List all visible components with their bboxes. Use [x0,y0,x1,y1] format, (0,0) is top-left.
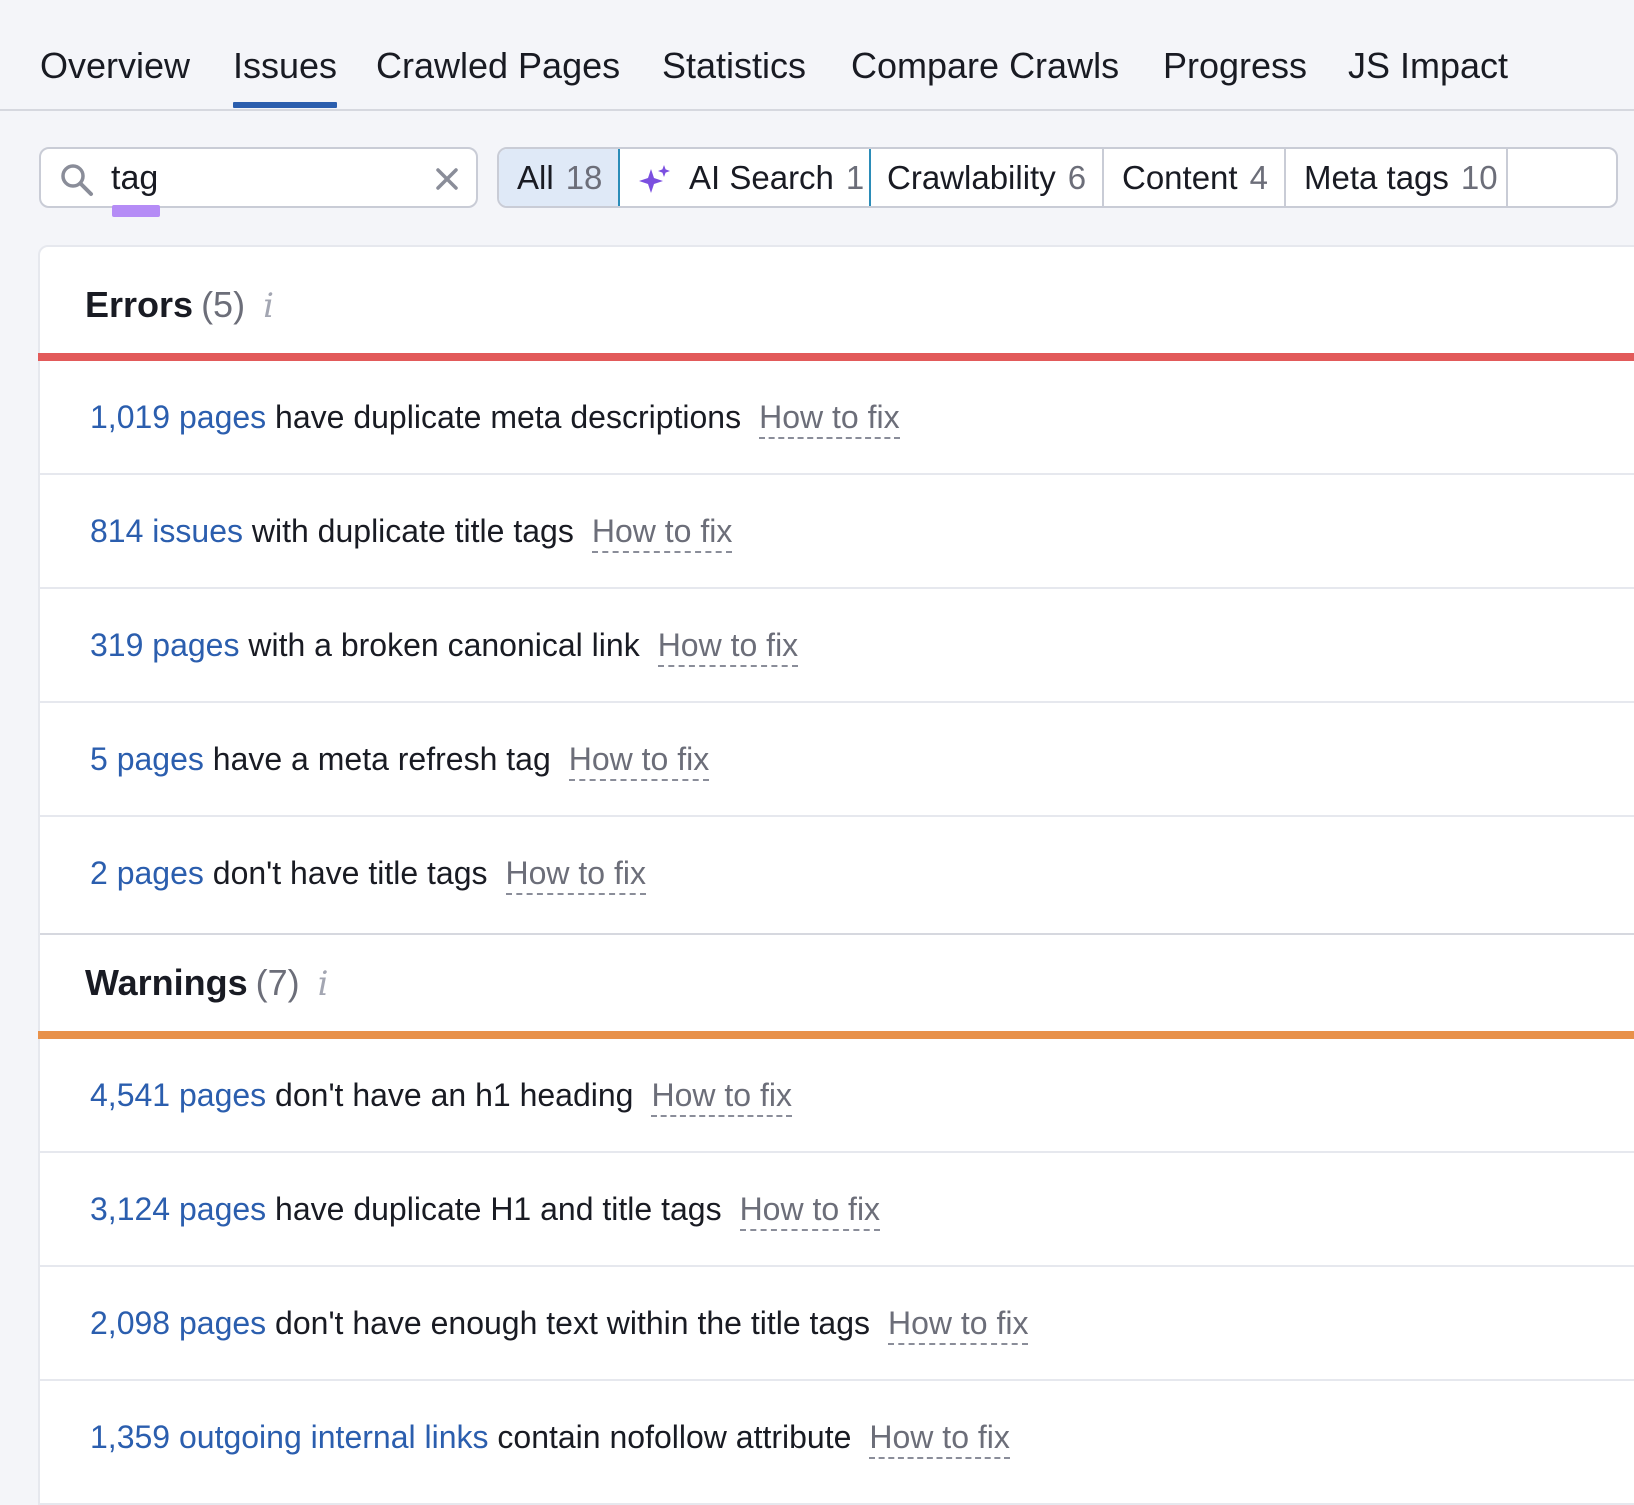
filter-crawlability[interactable]: Crawlability 6 [869,149,1104,206]
issue-search-box [39,147,478,217]
errors-header: Errors (5) i [85,281,274,330]
error-row: 1,019 pages have duplicate meta descript… [40,361,1634,475]
warning-link[interactable]: 1,359 outgoing internal links [90,1419,489,1455]
error-description: don't have title tags [212,855,488,891]
search-icon [61,164,93,196]
how-to-fix-link[interactable]: How to fix [505,855,646,895]
warning-row: 1,359 outgoing internal links contain no… [40,1381,1634,1495]
errors-count: (5) [201,284,246,325]
how-to-fix-link[interactable]: How to fix [568,741,710,781]
filter-meta-tags-count: 10 [1460,159,1498,196]
how-to-fix-link[interactable]: How to fix [739,1191,881,1231]
clear-icon[interactable] [433,165,461,193]
warning-description: don't have enough text within the title … [275,1305,870,1341]
error-description: with a broken canonical link [248,627,640,663]
errors-info-icon[interactable]: i [263,282,274,330]
warning-row: 4,541 pages don't have an h1 heading How … [40,1039,1634,1153]
filter-content-count: 4 [1249,159,1268,196]
warnings-header: Warnings (7) i [85,959,329,1008]
issues-panel: Errors (5) i 1,019 pages have duplicate me… [38,245,1634,1505]
how-to-fix-link[interactable]: How to fix [591,513,733,553]
filter-crawlability-label: Crawlability [887,159,1056,196]
error-row: 2 pages don't have title tags How to fix [40,817,1634,935]
warnings-info-icon[interactable]: i [318,960,329,1008]
warnings-title: Warnings [85,962,248,1003]
error-link[interactable]: 1,019 pages [90,399,266,435]
filter-meta-tags[interactable]: Meta tags 10 [1286,149,1508,206]
how-to-fix-link[interactable]: How to fix [657,627,799,667]
filter-ai-search-count: 1 [845,159,865,196]
filter-all-count: 18 [565,159,603,196]
error-description: have duplicate meta descriptions [275,399,742,435]
how-to-fix-link[interactable]: How to fix [888,1305,1029,1345]
category-filter-group: All 18 AI Search 1 Crawlability 6 Content 4 … [497,147,1618,208]
warning-link[interactable]: 3,124 pages [90,1191,266,1227]
sparkle-icon [639,165,670,193]
error-description: with duplicate title tags [251,513,574,549]
tab-js-impact[interactable]: JS Impact [1348,42,1508,90]
how-to-fix-link[interactable]: How to fix [869,1419,1010,1459]
filter-ai-search[interactable]: AI Search 1 [618,149,871,206]
error-link[interactable]: 2 pages [90,855,204,891]
tab-statistics[interactable]: Statistics [662,42,806,90]
warnings-count: (7) [255,962,300,1003]
tab-issues[interactable]: Issues [233,42,338,108]
error-row: 814 issues with duplicate title tags How … [40,475,1634,589]
errors-severity-bar [38,353,1634,361]
tab-overview[interactable]: Overview [40,42,190,90]
filter-content-label: Content [1122,159,1238,196]
more-dots-icon [1524,175,1563,206]
search-input[interactable] [111,154,411,202]
errors-title: Errors [85,284,194,325]
error-row: 5 pages have a meta refresh tag How to fi… [40,703,1634,817]
error-link[interactable]: 5 pages [90,741,204,777]
filter-ai-search-label: AI Search [689,159,834,196]
how-to-fix-link[interactable]: How to fix [651,1077,792,1117]
filter-content[interactable]: Content 4 [1104,149,1286,206]
warning-row: 3,124 pages have duplicate H1 and title … [40,1153,1634,1267]
more-filters-button[interactable] [1508,149,1616,206]
error-link[interactable]: 319 pages [90,627,239,663]
warning-description: have duplicate H1 and title tags [275,1191,722,1227]
error-row: 319 pages with a broken canonical link Ho… [40,589,1634,703]
tab-crawled-pages[interactable]: Crawled Pages [376,42,620,90]
filter-crawlability-count: 6 [1067,159,1087,196]
warning-link[interactable]: 2,098 pages [90,1305,266,1341]
filter-meta-tags-label: Meta tags [1304,159,1449,196]
warning-row: 2,098 pages don't have enough text withi… [40,1267,1634,1381]
filter-all[interactable]: All 18 [499,149,620,206]
error-description: have a meta refresh tag [212,741,551,777]
warning-description: don't have an h1 heading [275,1077,634,1113]
warning-link[interactable]: 4,541 pages [90,1077,266,1113]
tab-compare-crawls[interactable]: Compare Crawls [851,42,1119,90]
warning-description: contain nofollow attribute [497,1419,852,1455]
how-to-fix-link[interactable]: How to fix [759,399,900,439]
filter-all-label: All [517,159,554,196]
search-highlight-marker [112,205,160,217]
tab-bar: Overview Issues Crawled Pages Statistics… [0,0,1634,111]
warnings-severity-bar [38,1031,1634,1039]
tab-progress[interactable]: Progress [1163,42,1307,90]
error-link[interactable]: 814 issues [90,513,243,549]
